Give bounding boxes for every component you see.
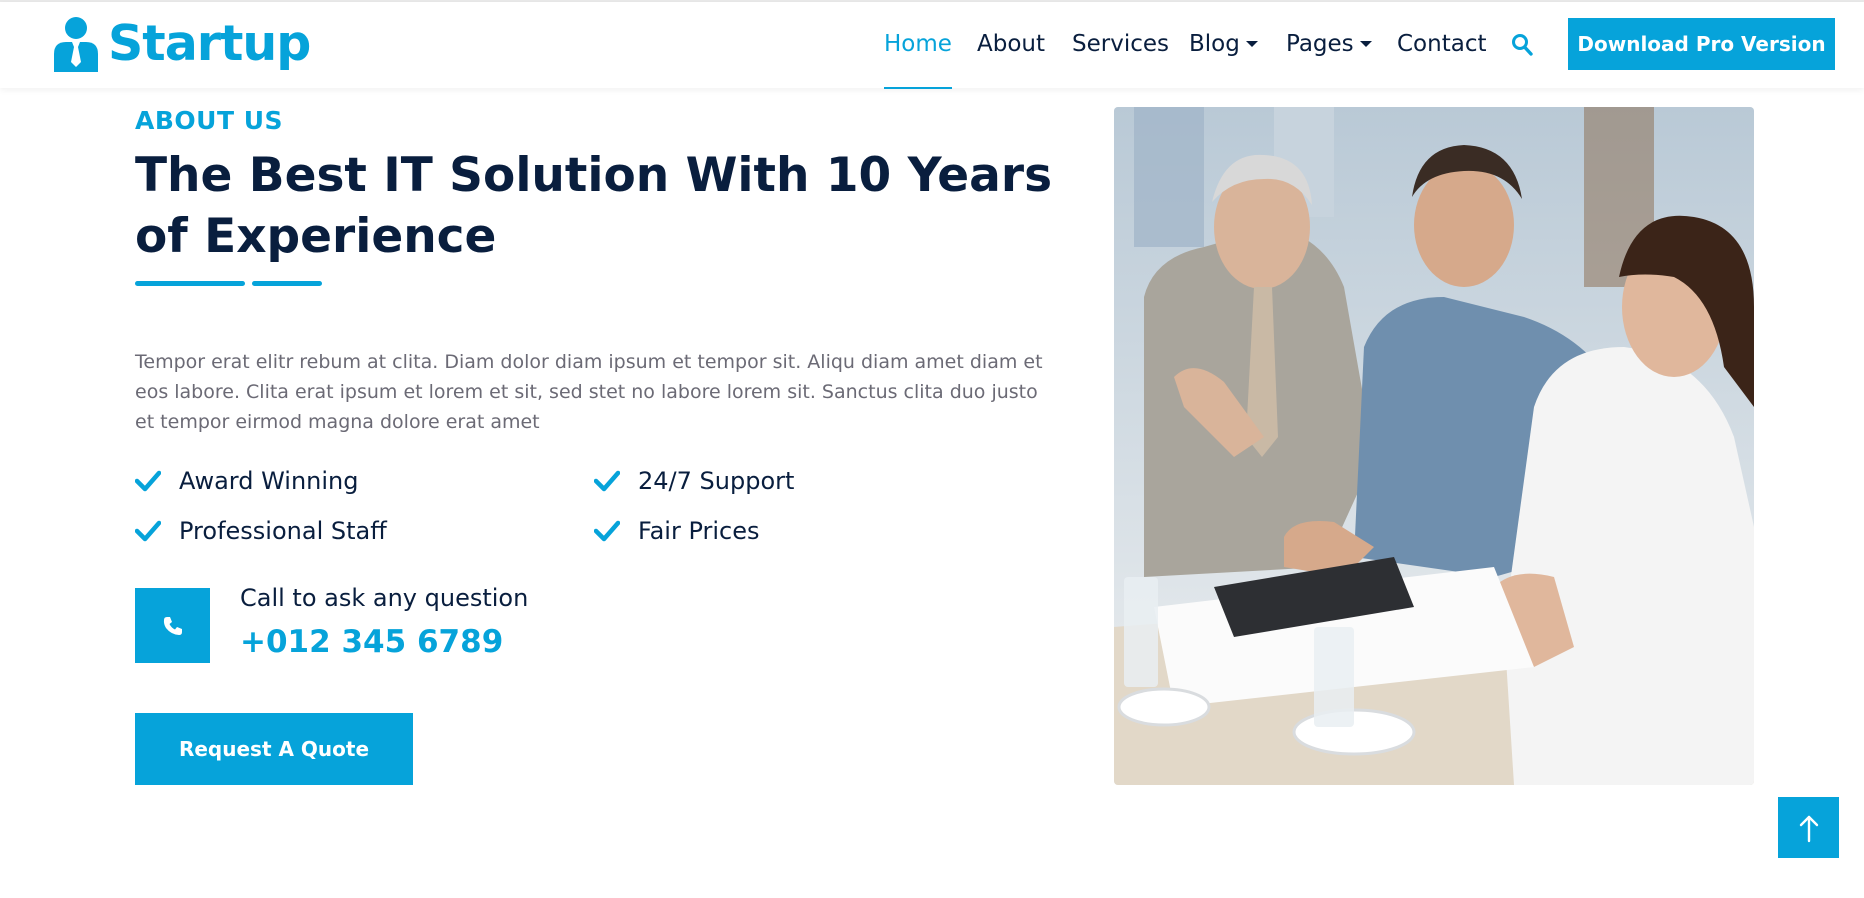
- check-icon: [594, 470, 620, 492]
- feature-label: Award Winning: [179, 467, 359, 495]
- feature-item: Fair Prices: [594, 514, 760, 548]
- feature-label: Fair Prices: [638, 517, 760, 545]
- phone-icon-box: [135, 588, 210, 663]
- page-title: The Best IT Solution With 10 Years of Ex…: [135, 148, 1053, 264]
- nav-pages-label: Pages: [1286, 31, 1354, 57]
- about-paragraph: Tempor erat elitr rebum at clita. Diam d…: [135, 351, 1043, 433]
- chevron-down-icon: [1359, 41, 1372, 47]
- phone-icon: [163, 616, 182, 635]
- feature-label: 24/7 Support: [638, 467, 795, 495]
- nav-blog-label: Blog: [1189, 31, 1240, 57]
- navbar: Startup Home About Services Blog Pages C…: [0, 2, 1864, 89]
- phone-number-link[interactable]: +012 345 6789: [240, 624, 503, 660]
- download-pro-button[interactable]: Download Pro Version: [1568, 18, 1835, 70]
- business-meeting-photo: [1114, 107, 1754, 785]
- feature-item: Professional Staff: [135, 514, 387, 548]
- feature-label: Professional Staff: [179, 517, 387, 545]
- section-eyebrow: ABOUT US: [135, 106, 284, 135]
- nav-contact[interactable]: Contact: [1397, 2, 1486, 88]
- nav-home[interactable]: Home: [884, 2, 952, 89]
- chevron-down-icon: [1245, 41, 1258, 47]
- nav-about[interactable]: About: [977, 2, 1045, 88]
- brand-logo[interactable]: Startup: [52, 14, 311, 74]
- nav-blog[interactable]: Blog: [1189, 2, 1258, 88]
- search-icon[interactable]: [1511, 33, 1533, 57]
- user-tie-icon: [54, 17, 98, 72]
- request-quote-button[interactable]: Request A Quote: [135, 713, 413, 785]
- feature-item: Award Winning: [135, 464, 359, 498]
- photo-illustration: [1114, 107, 1754, 785]
- check-icon: [594, 520, 620, 542]
- brand-name: Startup: [108, 15, 311, 72]
- title-underline-long: [135, 281, 245, 286]
- back-to-top-button[interactable]: [1778, 797, 1839, 858]
- check-icon: [135, 520, 161, 542]
- check-icon: [135, 470, 161, 492]
- nav-services[interactable]: Services: [1072, 2, 1169, 88]
- feature-item: 24/7 Support: [594, 464, 794, 498]
- nav-pages[interactable]: Pages: [1286, 2, 1372, 88]
- call-label: Call to ask any question: [240, 584, 529, 612]
- title-underline-short: [252, 281, 322, 286]
- arrow-up-icon: [1799, 815, 1818, 842]
